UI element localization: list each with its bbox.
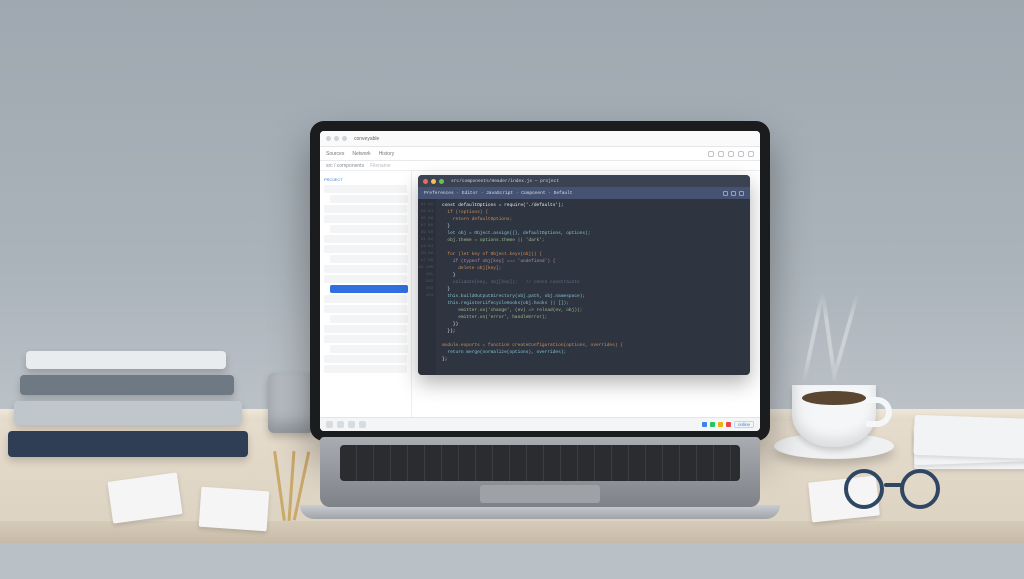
refresh-icon[interactable] (718, 151, 724, 157)
window-control-icon[interactable] (326, 136, 331, 141)
book (14, 401, 242, 425)
search-icon[interactable] (708, 151, 714, 157)
sidebar-item[interactable] (330, 345, 408, 353)
sidebar-item[interactable] (330, 255, 408, 263)
start-icon[interactable] (326, 421, 333, 428)
tray-icon[interactable] (702, 422, 707, 427)
book (8, 431, 248, 457)
tray-icon[interactable] (726, 422, 731, 427)
laptop-keyboard (340, 445, 740, 481)
main-pane: src/components/Header/index.js — project… (412, 171, 760, 417)
sidebar-item[interactable] (324, 335, 407, 343)
app-icon[interactable] (348, 421, 355, 428)
app-icon[interactable] (359, 421, 366, 428)
toolbar-item[interactable]: Network (352, 151, 370, 157)
scene-photo: conveyable Sources Network History sr (0, 0, 1024, 579)
sidebar-item[interactable] (324, 215, 407, 223)
toolbar-item[interactable]: History (379, 151, 395, 157)
coffee-steam (806, 293, 856, 383)
os-taskbar: online (320, 417, 760, 431)
app-body: PROJECT src/components/Header/index.js —… (320, 171, 760, 417)
tray-icon[interactable] (710, 422, 715, 427)
gear-icon[interactable] (731, 191, 736, 196)
sidebar-item[interactable] (324, 185, 407, 193)
minimize-icon[interactable] (431, 179, 436, 184)
toolbar-icon-group (708, 151, 754, 157)
editor-titlebar: src/components/Header/index.js — project (418, 175, 750, 187)
sidebar-item[interactable] (324, 235, 407, 243)
laptop-screen-bezel: conveyable Sources Network History sr (310, 121, 770, 441)
paper-card (199, 487, 270, 532)
sidebar-item[interactable] (324, 365, 407, 373)
split-icon[interactable] (723, 191, 728, 196)
editor-tabbar: Preferences · Editor · JavaScript · Comp… (418, 187, 750, 199)
status-badge[interactable]: online (734, 421, 754, 428)
sidebar-item[interactable] (324, 325, 407, 333)
laptop-screen: conveyable Sources Network History sr (320, 131, 760, 431)
editor-title: src/components/Header/index.js — project (451, 179, 559, 184)
sidebar-item[interactable] (324, 355, 407, 363)
desk-edge (0, 521, 1024, 543)
sidebar-item[interactable] (324, 305, 407, 313)
user-icon[interactable] (738, 151, 744, 157)
settings-icon[interactable] (728, 151, 734, 157)
code-editor-window: src/components/Header/index.js — project… (418, 175, 750, 375)
laptop: conveyable Sources Network History sr (300, 121, 780, 519)
line-number-gutter: 81 82 83 84 85 86 87 88 89 90 91 92 93 9… (418, 199, 436, 375)
app-title: conveyable (354, 136, 379, 142)
editor-body[interactable]: 81 82 83 84 85 86 87 88 89 90 91 92 93 9… (418, 199, 750, 375)
laptop-trackpad (480, 485, 600, 503)
toolbar-item[interactable]: Sources (326, 151, 344, 157)
close-icon[interactable] (423, 179, 428, 184)
editor-tab-label[interactable]: Preferences · Editor · JavaScript · Comp… (424, 191, 573, 196)
laptop-base-lip (300, 505, 780, 519)
breadcrumb[interactable]: src / components (326, 163, 364, 169)
sidebar-item[interactable] (330, 195, 408, 203)
maximize-icon[interactable] (439, 179, 444, 184)
paper-stack (914, 421, 1024, 469)
sidebar-item[interactable] (330, 285, 408, 293)
window-control-icon[interactable] (334, 136, 339, 141)
close-tab-icon[interactable] (739, 191, 744, 196)
app-icon[interactable] (337, 421, 344, 428)
sidebar-item[interactable] (324, 295, 407, 303)
sidebar-item[interactable] (324, 275, 407, 283)
sidebar-item[interactable] (330, 225, 408, 233)
book-stack (8, 345, 248, 457)
breadcrumb-bar: src / components Filename (320, 161, 760, 171)
below-desk-shadow (0, 543, 1024, 579)
sidebar-item[interactable] (324, 265, 407, 273)
sidebar-item[interactable] (330, 315, 408, 323)
file-tree-sidebar[interactable]: PROJECT (320, 171, 412, 417)
code-area[interactable]: const defaultOptions = require('./defaul… (436, 199, 750, 375)
tray-icon[interactable] (718, 422, 723, 427)
book (26, 351, 226, 369)
sidebar-item[interactable] (324, 205, 407, 213)
more-icon[interactable] (748, 151, 754, 157)
app-titlebar: conveyable (320, 131, 760, 147)
laptop-keyboard-deck (320, 437, 760, 507)
book (20, 375, 234, 395)
window-control-icon[interactable] (342, 136, 347, 141)
app-toolbar: Sources Network History (320, 147, 760, 161)
tab-hint: Filename (370, 163, 391, 169)
sidebar-header: PROJECT (324, 177, 407, 183)
eyeglasses (844, 469, 954, 509)
coffee-cup (792, 385, 876, 447)
sidebar-item[interactable] (324, 245, 407, 253)
